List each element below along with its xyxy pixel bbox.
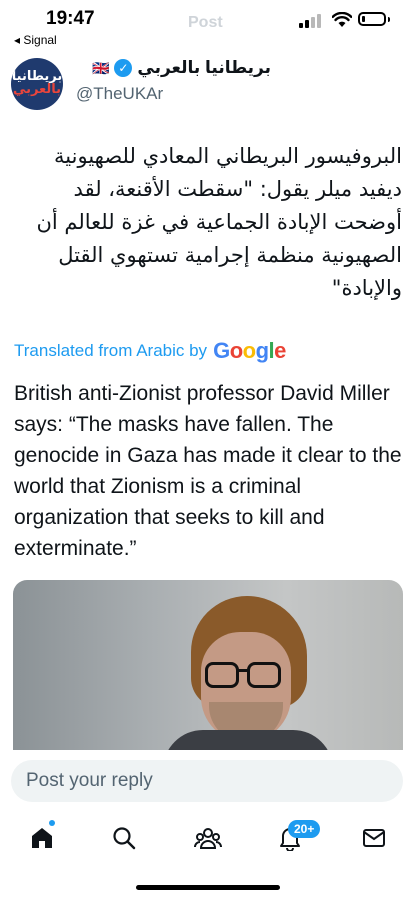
avatar[interactable]: بريطانيا بالعربي [11, 58, 63, 110]
back-to-signal-link[interactable]: ◂ Signal [14, 33, 57, 47]
notification-count-badge: 20+ [288, 820, 321, 838]
clock: 19:47 [46, 8, 95, 29]
google-logo: Google [213, 338, 286, 363]
photo-glasses-right [247, 662, 281, 688]
tab-home[interactable] [24, 822, 60, 854]
author-name-row[interactable]: بريطانيا بالعربي ✓ 🇬🇧 [92, 58, 271, 78]
translated-label: Translated from Arabic by [14, 341, 208, 360]
tab-search[interactable] [106, 822, 142, 854]
verified-badge-icon: ✓ [114, 59, 133, 77]
post-text-arabic: البروفيسور البريطاني المعادي للصهيونية د… [36, 144, 402, 300]
photo-glasses-left [205, 662, 239, 688]
messages-icon [363, 829, 385, 847]
tab-communities[interactable] [190, 822, 226, 854]
battery-icon [358, 12, 386, 26]
battery-tip [388, 17, 390, 22]
status-bar: 19:47 Post ◂ Signal [0, 0, 416, 47]
post-image[interactable] [13, 580, 403, 750]
tab-messages[interactable] [356, 822, 392, 854]
home-new-dot [49, 820, 55, 826]
post-text-translation: British anti-Zionist professor David Mil… [14, 382, 402, 560]
photo-coat [163, 730, 333, 750]
communities-icon [194, 828, 222, 849]
cellular-signal-icon [299, 14, 323, 28]
home-icon [32, 828, 52, 848]
home-indicator[interactable] [136, 885, 280, 890]
translation-attribution: Translated from Arabic by Google [14, 338, 286, 364]
author-name[interactable]: بريطانيا بالعربي [137, 58, 271, 78]
avatar-logo: بريطانيا بالعربي [11, 69, 63, 97]
uk-flag-icon: 🇬🇧 [91, 59, 110, 76]
photo-glasses-bridge [237, 669, 249, 672]
search-icon [113, 827, 136, 850]
reply-input[interactable]: Post your reply [11, 760, 403, 802]
bottom-tab-bar [0, 812, 416, 862]
battery-level-fill [362, 16, 365, 22]
faded-page-title: Post [188, 14, 223, 31]
wifi-icon [332, 12, 352, 27]
author-handle[interactable]: @TheUKAr [76, 84, 163, 104]
